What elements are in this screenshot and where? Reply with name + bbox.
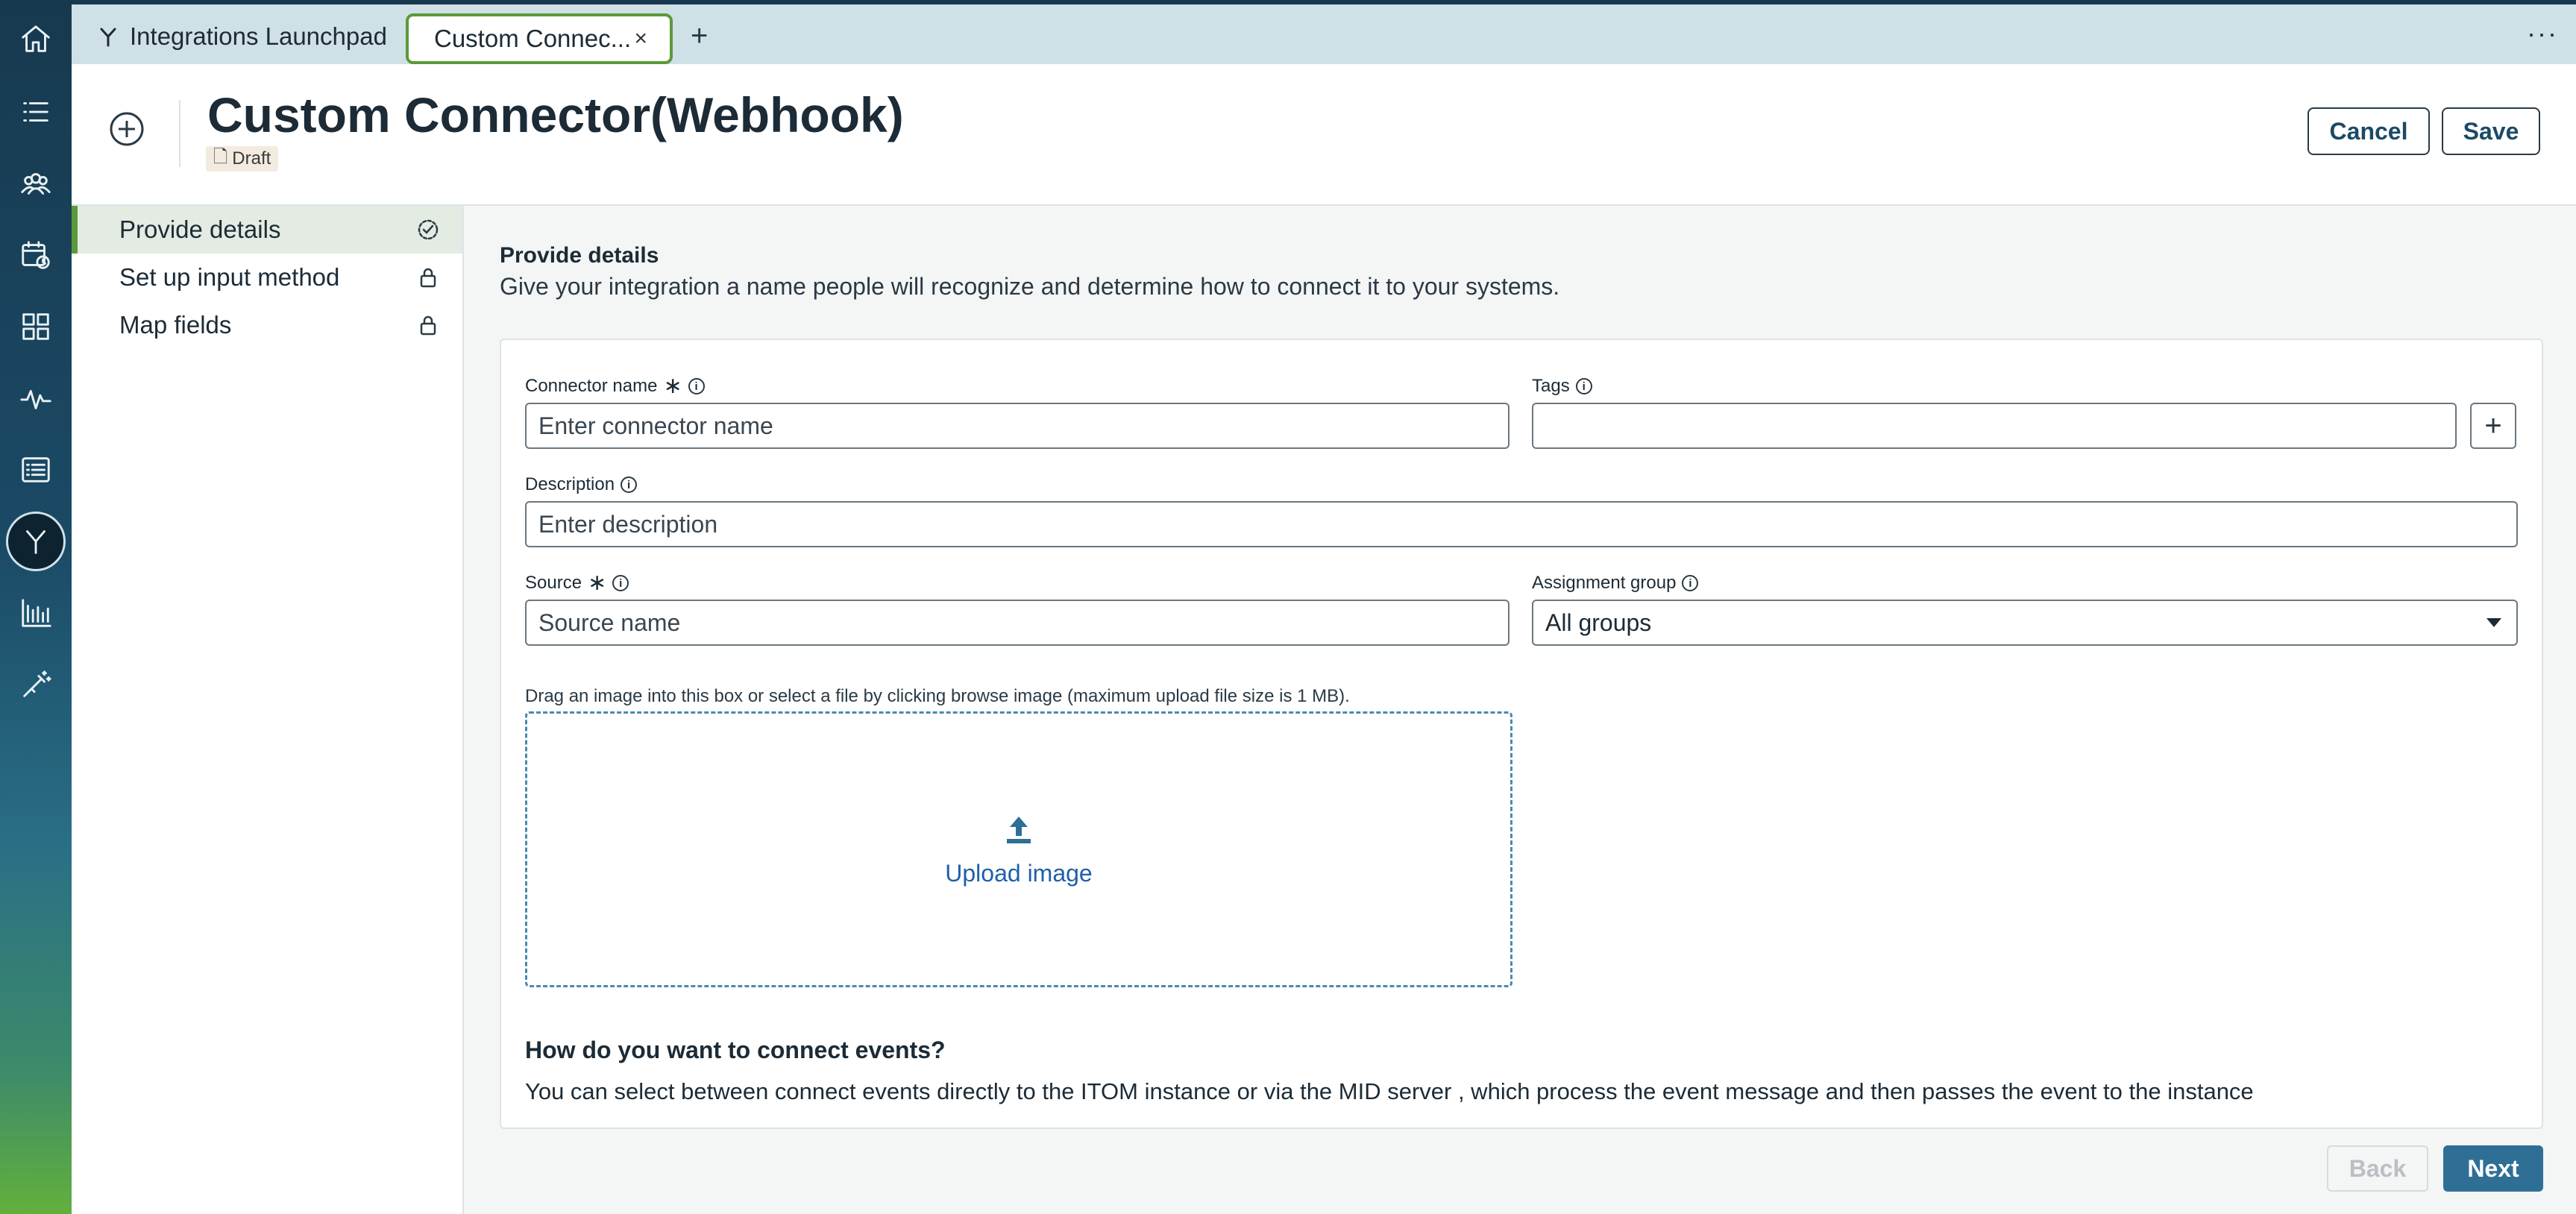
- image-dropzone[interactable]: Upload image: [525, 711, 1512, 987]
- required-icon: ∗: [588, 570, 607, 595]
- step-set-up-input-method[interactable]: Set up input method: [72, 254, 462, 301]
- step-label: Set up input method: [119, 263, 340, 291]
- upload-icon: [1007, 816, 1031, 843]
- integrations-icon: [100, 28, 116, 47]
- chevron-down-icon: [2487, 618, 2501, 627]
- page-title: Custom Connector(Webhook): [207, 87, 904, 142]
- grid-icon[interactable]: [15, 306, 57, 347]
- calendar-clock-icon[interactable]: [15, 234, 57, 276]
- info-icon[interactable]: i: [612, 575, 629, 591]
- description-input[interactable]: Enter description: [525, 501, 2518, 547]
- add-tag-button[interactable]: +: [2470, 403, 2516, 449]
- assignment-group-value: All groups: [1545, 608, 1652, 636]
- step-provide-details[interactable]: Provide details: [72, 206, 462, 254]
- assignment-group-select[interactable]: All groups: [1532, 600, 2518, 646]
- save-button[interactable]: Save: [2442, 107, 2540, 155]
- step-label: Provide details: [119, 216, 281, 243]
- description-label-text: Description: [525, 474, 615, 494]
- connector-name-label: Connector name ∗ i: [525, 374, 705, 398]
- list-icon[interactable]: [15, 91, 57, 133]
- add-tab-button[interactable]: +: [691, 19, 708, 53]
- lock-icon: [416, 313, 440, 337]
- in-progress-check-icon: [416, 218, 440, 242]
- users-icon[interactable]: [15, 163, 57, 204]
- details-form-card: Connector name ∗ i Enter connector name …: [500, 339, 2543, 1129]
- upload-hint: Drag an image into this box or select a …: [525, 686, 1350, 706]
- next-button[interactable]: Next: [2443, 1145, 2543, 1192]
- home-icon[interactable]: [15, 18, 57, 60]
- section-title: Provide details: [500, 243, 659, 268]
- source-label-text: Source: [525, 573, 582, 593]
- tab-label: Custom Connec...: [434, 25, 632, 52]
- tab-custom-connector[interactable]: Custom Connec... ×: [406, 13, 673, 64]
- step-label: Map fields: [119, 311, 232, 339]
- info-icon[interactable]: i: [1682, 575, 1699, 591]
- connector-name-input[interactable]: Enter connector name: [525, 403, 1510, 449]
- integrations-icon[interactable]: [6, 512, 66, 571]
- connect-events-description: You can select between connect events di…: [525, 1078, 2254, 1104]
- upload-image-link[interactable]: Upload image: [945, 860, 1092, 887]
- lock-icon: [416, 265, 440, 289]
- status-badge-label: Draft: [232, 148, 271, 169]
- activity-icon[interactable]: [15, 377, 57, 419]
- step-navigation: Provide details Set up input method Map …: [72, 206, 464, 1214]
- tags-label-text: Tags: [1532, 376, 1570, 396]
- tab-label: Integrations Launchpad: [130, 22, 387, 50]
- tags-label: Tags i: [1532, 376, 1592, 397]
- connect-events-title: How do you want to connect events?: [525, 1037, 946, 1063]
- description-label: Description i: [525, 474, 638, 495]
- page-header: Custom Connector(Webhook) 🗋 Draft Cancel…: [72, 64, 2576, 206]
- bar-chart-icon[interactable]: [15, 592, 57, 634]
- section-description: Give your integration a name people will…: [500, 273, 1560, 300]
- info-icon[interactable]: i: [621, 477, 638, 493]
- header-divider: [179, 100, 180, 167]
- step-map-fields[interactable]: Map fields: [72, 301, 462, 349]
- connector-name-label-text: Connector name: [525, 376, 658, 396]
- info-icon[interactable]: i: [688, 378, 705, 394]
- main-content: Provide details Give your integration a …: [464, 206, 2576, 1214]
- magic-wand-icon[interactable]: [15, 664, 57, 705]
- tab-bar: Integrations Launchpad Custom Connec... …: [72, 0, 2576, 64]
- close-icon[interactable]: ×: [634, 26, 647, 51]
- more-options-icon[interactable]: ···: [2527, 18, 2558, 49]
- required-icon: ∗: [663, 374, 682, 398]
- source-input[interactable]: Source name: [525, 600, 1510, 646]
- document-icon: 🗋: [213, 146, 228, 167]
- assignment-group-label-text: Assignment group: [1532, 573, 1677, 593]
- tab-integrations-launchpad[interactable]: Integrations Launchpad: [84, 12, 400, 61]
- left-nav-rail: [0, 0, 72, 1214]
- tags-input[interactable]: [1532, 403, 2457, 449]
- cancel-button[interactable]: Cancel: [2308, 107, 2430, 155]
- info-icon[interactable]: i: [1575, 378, 1592, 394]
- back-button[interactable]: Back: [2327, 1145, 2428, 1192]
- status-badge: 🗋 Draft: [206, 146, 279, 172]
- source-label: Source ∗ i: [525, 570, 629, 595]
- document-list-icon[interactable]: [15, 449, 57, 491]
- assignment-group-label: Assignment group i: [1532, 573, 1699, 594]
- add-circle-icon[interactable]: [109, 111, 145, 147]
